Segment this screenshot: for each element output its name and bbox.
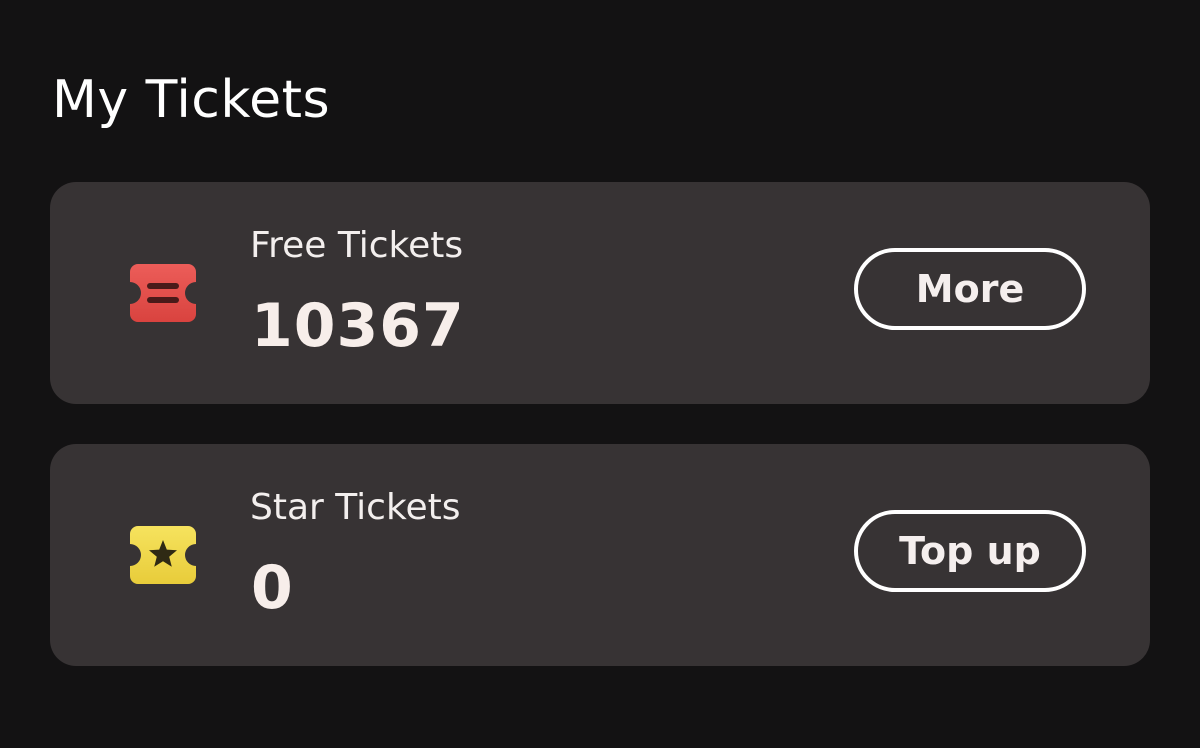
ticket-icon <box>128 262 198 324</box>
star-ticket-icon <box>128 524 198 586</box>
more-button[interactable]: More <box>854 248 1086 330</box>
star-tickets-count: 0 <box>251 553 294 623</box>
free-tickets-card: Free Tickets 10367 More <box>50 182 1150 404</box>
top-up-button[interactable]: Top up <box>854 510 1086 592</box>
star-tickets-card: Star Tickets 0 Top up <box>50 444 1150 666</box>
free-tickets-count: 10367 <box>251 291 465 361</box>
star-tickets-label: Star Tickets <box>250 487 461 528</box>
page-title: My Tickets <box>52 70 331 130</box>
free-tickets-label: Free Tickets <box>250 225 464 266</box>
